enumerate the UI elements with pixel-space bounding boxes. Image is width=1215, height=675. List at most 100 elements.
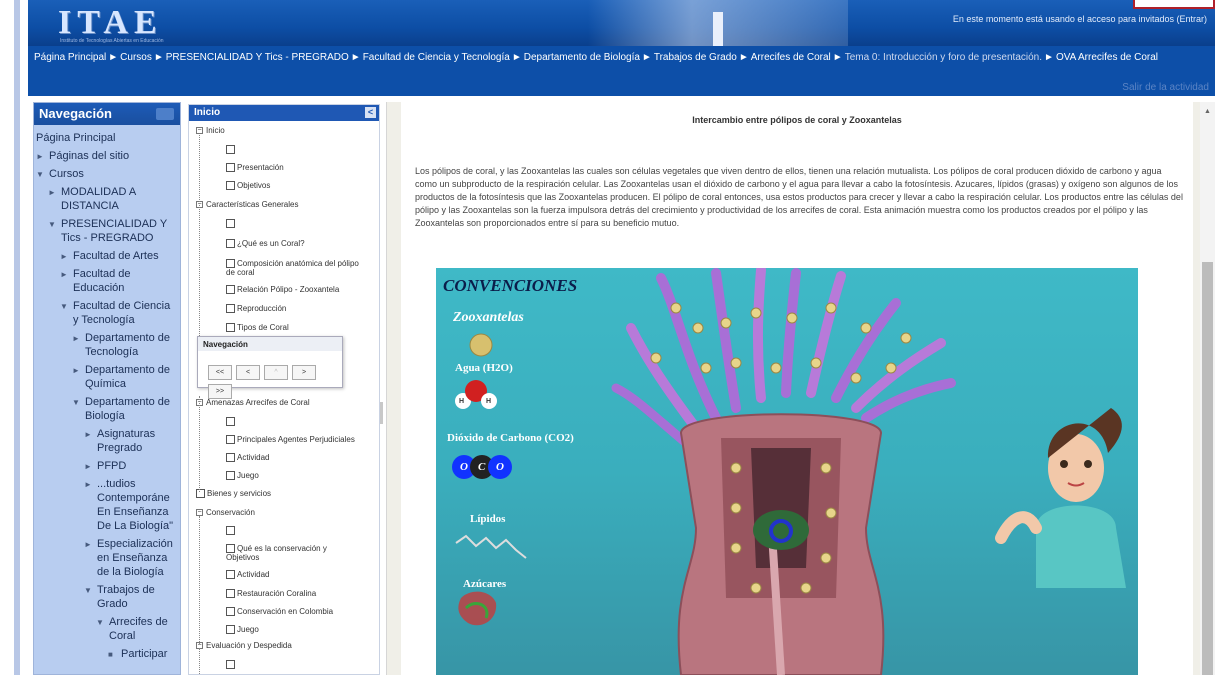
nav-item[interactable]: ► MODALIDAD A DISTANCIA	[36, 183, 178, 215]
checkbox-icon[interactable]	[226, 285, 235, 295]
collapsed-arrow-icon[interactable]: ►	[48, 186, 56, 200]
nav-item[interactable]: ► PFPD	[36, 457, 178, 475]
toc-node[interactable]: − Amenazas Arrecifes de Coral	[196, 398, 310, 407]
collapsed-arrow-icon[interactable]: ►	[72, 332, 80, 346]
toc-node[interactable]: Actividad	[226, 570, 269, 580]
content-scrollbar[interactable]: ▲	[1200, 102, 1215, 675]
scroll-up-icon[interactable]: ▲	[1204, 108, 1211, 115]
nav-item[interactable]: ► Facultad de Artes	[36, 247, 178, 265]
checkbox-icon[interactable]	[226, 625, 235, 635]
collapsed-arrow-icon[interactable]: ►	[84, 478, 92, 492]
nav-item[interactable]: Página Principal	[36, 129, 178, 147]
login-status[interactable]: En este momento está usando el acceso pa…	[953, 14, 1207, 24]
checkbox-icon[interactable]	[226, 660, 235, 670]
collapsed-arrow-icon[interactable]: ►	[72, 364, 80, 378]
toc-scroll-thumb[interactable]	[380, 402, 383, 424]
toc-node[interactable]: Objetivos	[226, 181, 270, 191]
toc-node[interactable]: Qué es la conservación y Objetivos	[226, 544, 327, 562]
nav-item[interactable]: ► Especialización en Enseñanza de la Biol…	[36, 535, 178, 581]
collapsed-arrow-icon[interactable]: ►	[60, 268, 68, 282]
breadcrumb-item[interactable]: Facultad de Ciencia y Tecnología	[363, 52, 510, 63]
checkbox-icon[interactable]	[226, 570, 235, 580]
previous-page-button[interactable]: <	[236, 365, 260, 380]
nav-item[interactable]: ▼ Trabajos de Grado	[36, 581, 178, 613]
nav-item[interactable]: ▼ Arrecifes de Coral	[36, 613, 178, 645]
toc-node[interactable]: − Inicio	[196, 126, 225, 135]
nav-item[interactable]: ▼ Facultad de Ciencia y Tecnología	[36, 297, 178, 329]
nav-item[interactable]: ► Asignaturas Pregrado	[36, 425, 178, 457]
checkbox-icon[interactable]	[226, 589, 235, 599]
checkbox-icon[interactable]	[226, 417, 235, 427]
collapse-node-icon[interactable]: −	[196, 127, 203, 135]
breadcrumb-item[interactable]: Arrecifes de Coral	[751, 52, 831, 63]
block-collapse-icon[interactable]	[156, 108, 174, 120]
toc-node[interactable]: Composición anatómica del pólipo de coral	[226, 259, 359, 277]
breadcrumb-item[interactable]: Página Principal	[34, 52, 106, 63]
bullet-icon[interactable]: ■	[108, 648, 113, 662]
nav-item[interactable]: ■ Participar	[36, 645, 178, 663]
toc-node[interactable]	[226, 417, 237, 427]
collapsed-arrow-icon[interactable]: ►	[36, 150, 44, 164]
checkbox-icon[interactable]	[226, 219, 235, 229]
toc-node[interactable]	[226, 660, 237, 670]
nav-item[interactable]: ► Facultad de Educación	[36, 265, 178, 297]
next-page-button[interactable]: >	[292, 365, 316, 380]
toc-node[interactable]: − Características Generales	[196, 200, 298, 209]
toc-node[interactable]: − Conservación	[196, 508, 255, 517]
nav-item[interactable]: ► Departamento de Química	[36, 361, 178, 393]
checkbox-icon[interactable]	[226, 259, 235, 269]
toc-node[interactable]: Actividad	[226, 453, 269, 463]
last-page-button[interactable]: >>	[208, 384, 232, 399]
coral-animation[interactable]: CONVENCIONES Zooxantelas Agua (H2O) Dióx…	[436, 268, 1138, 675]
nav-item[interactable]: ▼ Cursos	[36, 165, 178, 183]
nav-item[interactable]: ► ...tudios Contemporáne En Enseñanza De …	[36, 475, 178, 535]
collapsed-arrow-icon[interactable]: ►	[84, 428, 92, 442]
expanded-arrow-icon[interactable]: ▼	[60, 300, 68, 314]
checkbox-icon[interactable]	[226, 435, 235, 445]
checkbox-icon[interactable]	[226, 607, 235, 617]
breadcrumb-item[interactable]: Cursos	[120, 52, 152, 63]
checkbox-icon[interactable]	[226, 544, 235, 554]
toc-node[interactable]	[226, 219, 237, 229]
toc-node[interactable]: Presentación	[226, 163, 284, 173]
toc-node[interactable]	[226, 526, 237, 536]
toc-node[interactable]: Principales Agentes Perjudiciales	[226, 435, 355, 445]
toc-node[interactable]: Restauración Coralina	[226, 589, 316, 599]
toc-node[interactable]: Reproducción	[226, 304, 286, 314]
nav-item[interactable]: ► Departamento de Tecnología	[36, 329, 178, 361]
toc-node[interactable]: − Evaluación y Despedida	[196, 641, 292, 650]
toc-node[interactable]: ¿Qué es un Coral?	[226, 239, 305, 249]
toc-node[interactable]: Conservación en Colombia	[226, 607, 333, 617]
collapsed-arrow-icon[interactable]: ►	[84, 538, 92, 552]
expanded-arrow-icon[interactable]: ▼	[72, 396, 80, 410]
checkbox-icon[interactable]	[226, 239, 235, 249]
content-scroll-thumb[interactable]	[1202, 262, 1213, 675]
up-button[interactable]: ^	[264, 365, 288, 380]
toc-node[interactable]	[226, 145, 237, 155]
checkbox-icon[interactable]	[196, 489, 205, 499]
nav-item[interactable]: ▼ Departamento de Biología	[36, 393, 178, 425]
checkbox-icon[interactable]	[226, 323, 235, 333]
expanded-arrow-icon[interactable]: ▼	[84, 584, 92, 598]
expanded-arrow-icon[interactable]: ▼	[48, 218, 56, 232]
nav-item[interactable]: ▼ PRESENCIALIDAD Y Tics - PREGRADO	[36, 215, 178, 247]
collapsed-arrow-icon[interactable]: ►	[84, 460, 92, 474]
site-logo[interactable]: ITAE	[58, 4, 163, 42]
checkbox-icon[interactable]	[226, 304, 235, 314]
checkbox-icon[interactable]	[226, 471, 235, 481]
breadcrumb-item[interactable]: Tema 0: Introducción y foro de presentac…	[845, 52, 1042, 63]
breadcrumb-item[interactable]: Trabajos de Grado	[654, 52, 737, 63]
toc-node[interactable]: Juego	[226, 471, 259, 481]
checkbox-icon[interactable]	[226, 181, 235, 191]
nav-item[interactable]: ► Páginas del sitio	[36, 147, 178, 165]
toc-node[interactable]: Relación Pólipo - Zooxantela	[226, 285, 339, 295]
checkbox-icon[interactable]	[226, 453, 235, 463]
breadcrumb-item[interactable]: PRESENCIALIDAD Y Tics - PREGRADO	[166, 52, 349, 63]
expanded-arrow-icon[interactable]: ▼	[96, 616, 104, 630]
exit-activity-link[interactable]: Salir de la actividad	[1122, 82, 1209, 93]
checkbox-icon[interactable]	[226, 145, 235, 155]
toc-node[interactable]: Juego	[226, 625, 259, 635]
checkbox-icon[interactable]	[226, 526, 235, 536]
collapsed-arrow-icon[interactable]: ►	[60, 250, 68, 264]
toc-node[interactable]: Tipos de Coral	[226, 323, 289, 333]
